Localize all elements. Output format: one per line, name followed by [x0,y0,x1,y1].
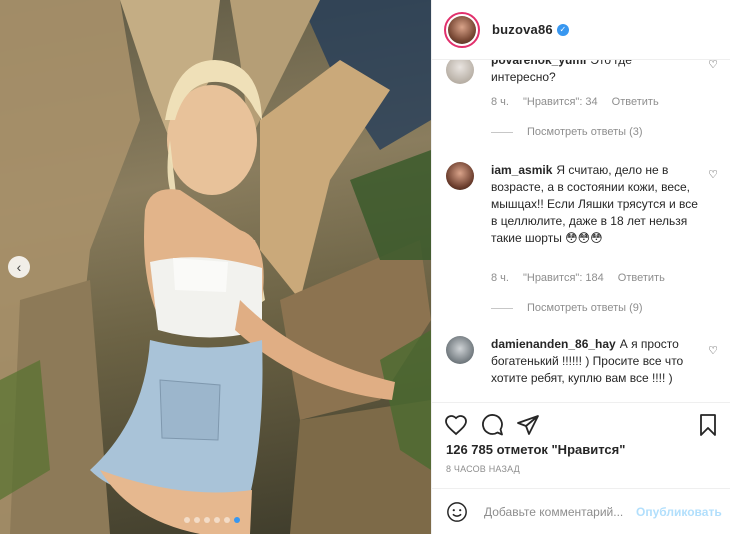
comment-icon[interactable] [480,413,504,437]
heart-icon[interactable]: ♡ [708,60,718,71]
reply-button[interactable]: Ответить [612,96,659,108]
comment-time: 8 ч. [491,272,509,284]
post-time[interactable]: 8 ЧАСОВ НАЗАД [446,464,520,474]
carousel-dot [184,517,190,523]
comment-item: damienanden_86_hay А я просто богатенький… [446,336,724,402]
view-replies-button[interactable]: Посмотреть ответы (9) [491,302,643,314]
commenter-username[interactable]: iam_asmik [491,163,552,177]
post-side-panel: buzova86 ✓ povarenok_yumi Это где интерес… [431,0,730,534]
view-replies-label[interactable]: Посмотреть ответы (3) [527,126,643,138]
carousel-dot [194,517,200,523]
comments-list[interactable]: povarenok_yumi Это где интересно? ♡ 8 ч. "… [432,60,730,402]
carousel-dot [234,517,240,523]
commenter-username[interactable]: povarenok_yumi [491,60,586,67]
carousel-prev-button[interactable]: ‹ [8,256,30,278]
share-icon[interactable] [516,413,540,437]
view-replies-label[interactable]: Посмотреть ответы (9) [527,302,643,314]
emoji-icon[interactable] [446,501,468,523]
carousel-dot [204,517,210,523]
photo-illustration [0,0,431,534]
comment-likes[interactable]: "Нравится": 34 [523,96,598,108]
likes-count[interactable]: 126 785 отметок "Нравится" [446,442,625,457]
commenter-avatar[interactable] [446,336,474,364]
comment-time: 8 ч. [491,96,509,108]
commenter-avatar[interactable] [446,60,474,84]
post-header: buzova86 ✓ [432,0,730,60]
add-comment-bar: Добавьте комментарий... Опубликовать [432,488,730,534]
carousel-dot [224,517,230,523]
heart-icon[interactable]: ♡ [708,168,718,181]
comment-item: povarenok_yumi Это где интересно? ♡ 8 ч. "… [446,60,724,142]
action-bar [432,402,730,446]
carousel-dot [214,517,220,523]
reply-button[interactable]: Ответить [618,272,665,284]
view-replies-button[interactable]: Посмотреть ответы (3) [491,126,643,138]
chevron-left-icon: ‹ [16,259,22,275]
verified-icon: ✓ [556,23,569,36]
comment-item: iam_asmik Я считаю, дело не в возрасте, а… [446,162,724,314]
bookmark-icon[interactable] [696,413,720,437]
comment-meta: 8 ч. "Нравится": 34 Ответить [491,96,673,108]
profile-picture [448,15,476,44]
comment-likes[interactable]: "Нравится": 184 [523,272,604,284]
comment-input[interactable]: Добавьте комментарий... [484,505,634,519]
carousel-dots [184,517,240,523]
commenter-avatar[interactable] [446,162,474,190]
heart-icon[interactable] [444,413,468,437]
post-photo[interactable]: ‹ [0,0,431,534]
author-username[interactable]: buzova86 [492,22,553,37]
heart-icon[interactable]: ♡ [708,344,718,357]
avatar[interactable] [444,11,480,48]
commenter-username[interactable]: damienanden_86_hay [491,337,616,351]
comment-meta: 8 ч. "Нравится": 184 Ответить [491,272,679,284]
publish-button[interactable]: Опубликовать [636,505,722,519]
